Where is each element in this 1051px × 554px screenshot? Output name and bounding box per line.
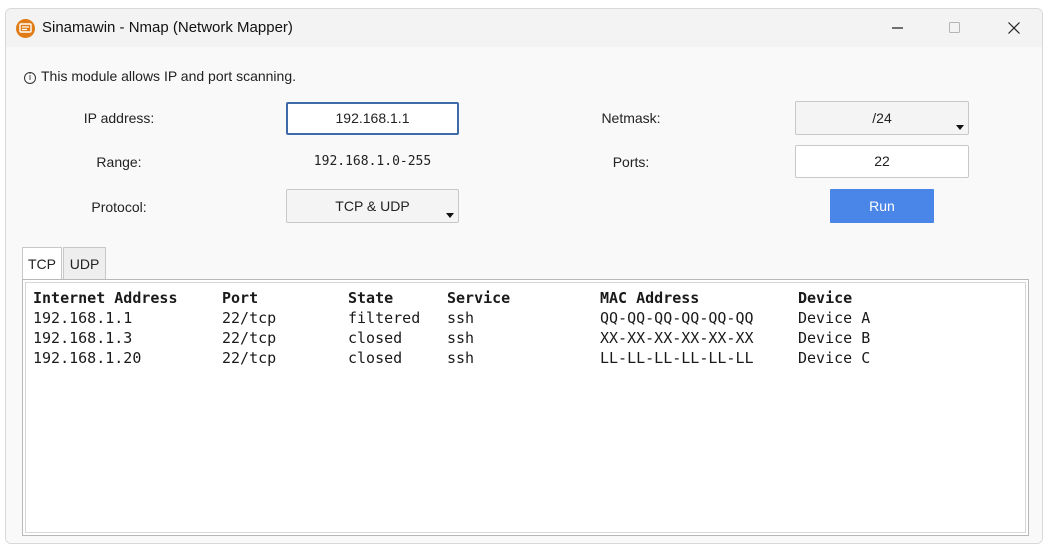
- results-panel: Internet Address Port State Service MAC …: [22, 279, 1029, 536]
- main-content: i This module allows IP and port scanning…: [6, 47, 1042, 543]
- ports-input[interactable]: 22: [795, 145, 969, 178]
- ip-cell: 192.168.1.3: [33, 329, 133, 347]
- column-header: State: [348, 289, 394, 307]
- column-header: Device: [798, 289, 853, 307]
- app-logo-icon: [16, 19, 35, 38]
- service-cell: ssh: [447, 349, 475, 367]
- column-header: Internet Address: [33, 289, 178, 307]
- device-cell: Device B: [798, 329, 871, 347]
- mac-cell: XX-XX-XX-XX-XX-XX: [600, 329, 754, 347]
- info-message: i This module allows IP and port scanning…: [24, 68, 296, 84]
- range-value: 192.168.1.0-255: [313, 154, 432, 169]
- device-cell: Device A: [798, 309, 871, 327]
- service-cell: ssh: [447, 309, 475, 327]
- column-header: MAC Address: [600, 289, 700, 307]
- window-title: Sinamawin - Nmap (Network Mapper): [42, 19, 293, 36]
- maximize-icon: [949, 22, 960, 33]
- device-cell: Device C: [798, 349, 871, 367]
- chevron-down-icon: [446, 213, 454, 218]
- minimize-button[interactable]: [870, 9, 926, 47]
- info-icon: i: [24, 72, 36, 84]
- close-button[interactable]: [986, 9, 1042, 47]
- netmask-dropdown[interactable]: /24: [795, 101, 969, 135]
- column-header: Port: [222, 289, 259, 307]
- tab-udp[interactable]: UDP: [63, 247, 106, 279]
- state-cell: filtered: [348, 309, 421, 327]
- app-window: Sinamawin - Nmap (Network Mapper) i This …: [5, 8, 1043, 544]
- service-cell: ssh: [447, 329, 475, 347]
- protocol-label: Protocol:: [91, 199, 147, 215]
- port-cell: 22/tcp: [222, 329, 277, 347]
- mac-cell: LL-LL-LL-LL-LL-LL: [600, 349, 754, 367]
- run-button[interactable]: Run: [830, 189, 934, 223]
- protocol-dropdown[interactable]: TCP & UDP: [286, 189, 459, 223]
- tab-tcp[interactable]: TCP: [22, 247, 62, 280]
- results-text-area[interactable]: Internet Address Port State Service MAC …: [25, 282, 1026, 533]
- protocol-value: TCP & UDP: [335, 198, 410, 214]
- title-bar: Sinamawin - Nmap (Network Mapper): [6, 9, 1042, 47]
- port-cell: 22/tcp: [222, 349, 277, 367]
- info-text: This module allows IP and port scanning.: [41, 68, 296, 84]
- mac-cell: QQ-QQ-QQ-QQ-QQ-QQ: [600, 309, 754, 327]
- state-cell: closed: [348, 329, 403, 347]
- ip-cell: 192.168.1.1: [33, 309, 133, 327]
- range-label: Range:: [96, 154, 142, 170]
- ip-cell: 192.168.1.20: [33, 349, 142, 367]
- chevron-down-icon: [956, 125, 964, 130]
- ip-address-input[interactable]: 192.168.1.1: [286, 102, 459, 135]
- maximize-button[interactable]: [927, 9, 983, 47]
- close-icon: [1008, 22, 1020, 34]
- state-cell: closed: [348, 349, 403, 367]
- port-cell: 22/tcp: [222, 309, 277, 327]
- netmask-value: /24: [872, 110, 892, 126]
- netmask-label: Netmask:: [601, 110, 661, 126]
- minimize-icon: [892, 27, 903, 29]
- ip-address-label: IP address:: [83, 110, 155, 126]
- ports-label: Ports:: [612, 154, 650, 170]
- column-header: Service: [447, 289, 511, 307]
